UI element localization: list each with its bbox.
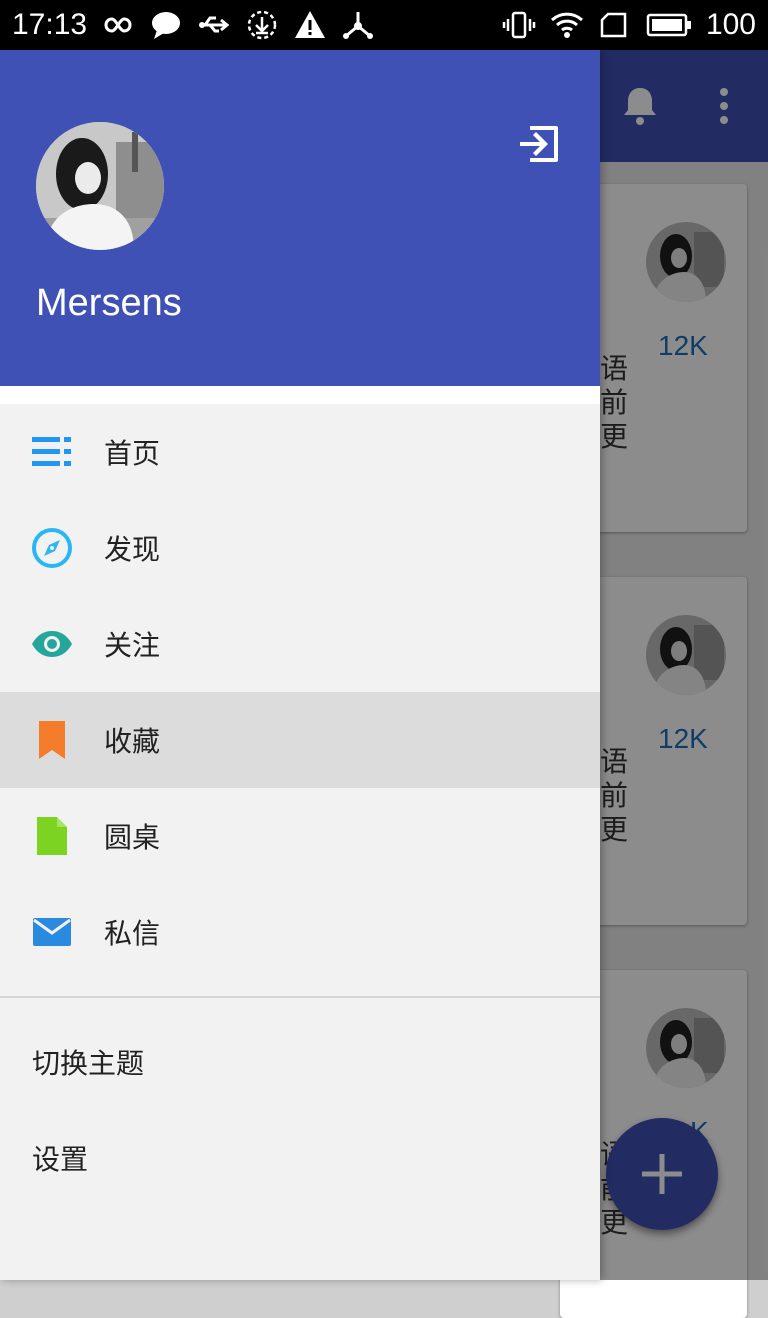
menu-item-favorites[interactable]: 收藏: [0, 692, 600, 788]
status-bar: 17:13 100: [0, 0, 768, 50]
navigation-drawer: Mersens 首页 发现 关注 收藏 圆桌 私信 切换主题 设置: [0, 50, 600, 1280]
battery-level: 100: [705, 8, 756, 41]
infinity-icon: [101, 8, 135, 42]
username: Mersens: [36, 282, 182, 324]
secondary-menu: 切换主题 设置: [0, 1014, 600, 1206]
menu-label: 圆桌: [104, 821, 161, 854]
bookmark-icon: [30, 718, 74, 762]
menu-divider: [0, 996, 600, 998]
menu-item-home[interactable]: 首页: [0, 404, 600, 500]
menu-label: 首页: [104, 437, 161, 470]
download-icon: [245, 8, 279, 42]
mail-icon: [30, 910, 74, 954]
user-avatar[interactable]: [36, 122, 164, 250]
compass-icon: [30, 526, 74, 570]
battery-icon: [646, 8, 692, 42]
document-icon: [30, 814, 74, 858]
menu-item-following[interactable]: 关注: [0, 596, 600, 692]
sim-icon: [598, 8, 632, 42]
eye-icon: [30, 622, 74, 666]
menu-label: 关注: [104, 629, 161, 662]
menu-label: 发现: [104, 533, 161, 566]
list-icon: [30, 430, 74, 474]
status-time: 17:13: [12, 8, 88, 41]
menu-item-discover[interactable]: 发现: [0, 500, 600, 596]
wifi-icon: [550, 8, 584, 42]
fab-scrim: [606, 1118, 718, 1230]
header-spacer: [0, 386, 600, 404]
menu-label: 收藏: [104, 725, 161, 758]
drawer-menu: 首页 发现 关注 收藏 圆桌 私信: [0, 404, 600, 980]
chat-bubble-icon: [149, 8, 183, 42]
add-fab-button[interactable]: [606, 1118, 718, 1230]
menu-item-settings[interactable]: 设置: [0, 1110, 600, 1206]
drawer-header: Mersens: [0, 50, 600, 386]
menu-item-messages[interactable]: 私信: [0, 884, 600, 980]
warning-icon: [293, 8, 327, 42]
menu-item-switch-theme[interactable]: 切换主题: [0, 1014, 600, 1110]
usb-icon: [197, 8, 231, 42]
menu-item-roundtable[interactable]: 圆桌: [0, 788, 600, 884]
vibrate-icon: [502, 8, 536, 42]
logout-icon[interactable]: [516, 120, 564, 168]
menu-label: 私信: [104, 917, 161, 950]
share-icon: [341, 8, 375, 42]
